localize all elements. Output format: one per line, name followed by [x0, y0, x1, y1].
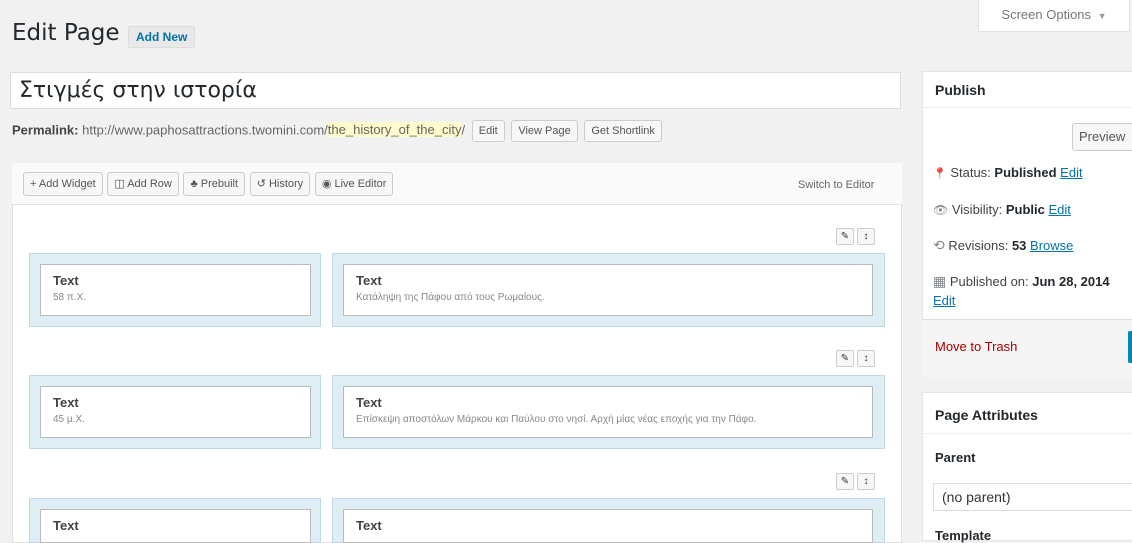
status-value: Published	[994, 165, 1057, 180]
visibility-line: 👁 Visibility: Public Edit	[933, 202, 1071, 217]
move-row-icon[interactable]: ↕	[857, 350, 875, 367]
widget-description: 45 μ.Χ.	[53, 414, 85, 425]
permalink-label: Permalink:	[12, 122, 79, 138]
history-icon: ⟲	[933, 237, 945, 253]
text-widget[interactable]: Text Κατάληψη της Πάφου από τους Ρωμαίου…	[343, 264, 873, 316]
add-row-button[interactable]: ◫ Add Row	[107, 172, 179, 196]
text-widget[interactable]: Text 45 μ.Χ.	[40, 386, 311, 438]
wrench-icon[interactable]: ✎	[836, 350, 854, 367]
widget-title: Text	[356, 395, 382, 410]
wrench-icon[interactable]: ✎	[836, 228, 854, 245]
get-shortlink-button[interactable]: Get Shortlink	[584, 120, 662, 142]
visibility-value: Public	[1005, 202, 1045, 217]
eye-icon: 👁	[933, 203, 949, 217]
widget-description: Κατάληψη της Πάφου από τους Ρωμαίους.	[356, 292, 545, 303]
add-widget-button[interactable]: + Add Widget	[23, 172, 103, 196]
status-line: 📍 Status: Published Edit	[933, 165, 1083, 180]
published-label: Published on:	[949, 274, 1029, 289]
permalink-trail: /	[461, 122, 466, 138]
history-button[interactable]: ↺ History	[249, 172, 311, 196]
move-row-icon[interactable]: ↕	[857, 473, 875, 490]
revisions-label: Revisions:	[948, 238, 1009, 253]
text-widget[interactable]: Text	[40, 509, 311, 543]
text-widget[interactable]: Text 58 π.Χ.	[40, 264, 311, 316]
revisions-browse-link[interactable]: Browse	[1030, 238, 1073, 253]
builder-toolbar-buttons: + Add Widget ◫ Add Row ♣ Prebuilt ↺ Hist…	[23, 172, 394, 196]
revisions-line: ⟲ Revisions: 53 Browse	[933, 237, 1073, 254]
calendar-icon: ▦	[933, 273, 947, 289]
add-new-button[interactable]: Add New	[128, 26, 196, 48]
widget-description: Επίσκεψη αποστόλων Μάρκου και Παύλου στο…	[356, 414, 757, 425]
published-edit-wrap: Edit	[933, 293, 955, 308]
permalink-base[interactable]: http://www.paphosattractions.twomini.com…	[82, 122, 328, 137]
widget-title: Text	[356, 273, 382, 288]
widget-title: Text	[53, 395, 79, 410]
wrench-icon[interactable]: ✎	[836, 473, 854, 490]
title-input[interactable]: Στιγμές στην ιστορία	[10, 72, 901, 109]
page-attributes-heading: Page Attributes	[935, 407, 1038, 423]
revisions-value: 53	[1011, 238, 1027, 253]
visibility-label: Visibility:	[951, 202, 1003, 217]
text-widget[interactable]: Text	[343, 509, 873, 543]
divider	[922, 107, 1132, 108]
edit-permalink-button[interactable]: Edit	[471, 120, 505, 142]
page-builder	[12, 163, 902, 543]
chevron-down-icon: ▼	[1097, 11, 1107, 21]
parent-label: Parent	[935, 450, 976, 465]
widget-description: 58 π.Χ.	[53, 292, 87, 303]
divider	[922, 433, 1132, 434]
parent-select[interactable]: (no parent)	[933, 483, 1132, 511]
visibility-edit-link[interactable]: Edit	[1048, 202, 1070, 217]
page-title: Edit Page	[12, 20, 120, 46]
published-edit-link[interactable]: Edit	[933, 293, 955, 308]
move-row-icon[interactable]: ↕	[857, 228, 875, 245]
published-on-line: ▦ Published on: Jun 28, 2014	[933, 273, 1110, 290]
screen-options-label: Screen Options	[1001, 7, 1092, 22]
widget-title: Text	[53, 273, 79, 288]
permalink-bar: Permalink: http://www.paphosattractions.…	[12, 120, 662, 142]
live-editor-button[interactable]: ◉ Live Editor	[314, 172, 394, 196]
switch-to-editor-link[interactable]: Switch to Editor	[798, 179, 874, 191]
status-edit-link[interactable]: Edit	[1060, 165, 1082, 180]
widget-title: Text	[53, 518, 79, 533]
status-label: Status:	[950, 165, 991, 180]
text-widget[interactable]: Text Επίσκεψη αποστόλων Μάρκου και Παύλο…	[343, 386, 873, 438]
published-value: Jun 28, 2014	[1032, 274, 1110, 289]
move-to-trash-link[interactable]: Move to Trash	[935, 339, 1017, 354]
permalink-slug[interactable]: the_history_of_the_city	[327, 122, 462, 138]
update-button[interactable]	[1128, 331, 1132, 363]
widget-title: Text	[356, 518, 382, 533]
publish-heading: Publish	[935, 82, 986, 98]
view-page-button[interactable]: View Page	[511, 120, 578, 142]
preview-button[interactable]: Preview	[1072, 123, 1132, 151]
screen-options-tab[interactable]: Screen Options ▼	[978, 0, 1130, 32]
pin-icon: 📍	[933, 168, 947, 180]
prebuilt-button[interactable]: ♣ Prebuilt	[183, 172, 246, 196]
